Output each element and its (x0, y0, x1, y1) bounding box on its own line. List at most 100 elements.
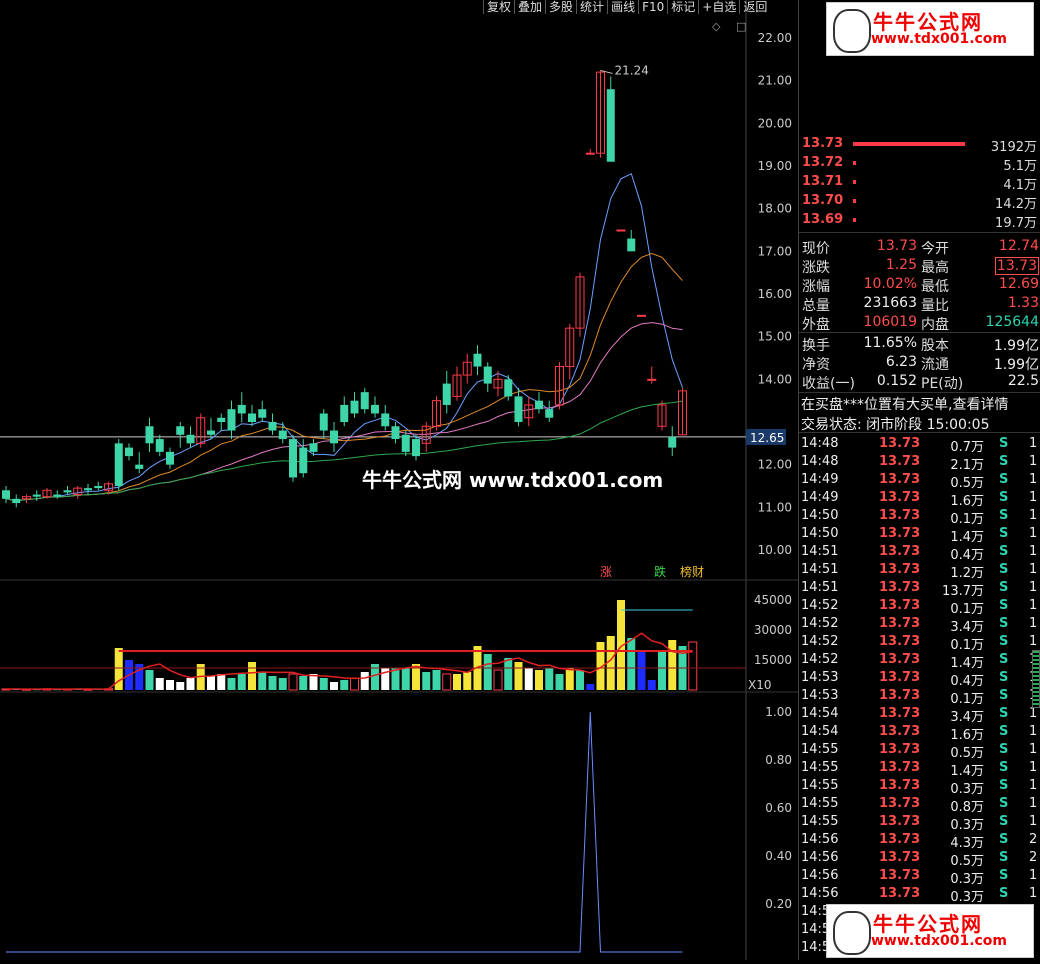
candle-body (94, 486, 103, 489)
tick-price: 13.73 (879, 508, 921, 523)
quote-label: 内盘 (921, 317, 949, 333)
tick-time: 14:56 (801, 886, 839, 901)
quote-value: 12.74 (998, 238, 1039, 254)
order-book-row[interactable]: 13.70 14.2万 (799, 191, 1040, 212)
candle-body (371, 404, 379, 414)
tick-price: 13.73 (879, 580, 921, 595)
quote-label: 今开 (921, 241, 949, 257)
tick-price: 13.73 (879, 778, 921, 793)
toolbar-button-6[interactable]: 标记 (667, 0, 698, 14)
candle-body (227, 409, 236, 431)
candle-body (330, 430, 338, 444)
tick-side: S (999, 562, 1009, 577)
tick-side: S (999, 760, 1009, 775)
tick-row: 14:55 13.73 1.4万 S 1 (799, 759, 1040, 779)
panel-divider (799, 392, 1040, 393)
candle-body (545, 409, 554, 418)
watermark-banner-bottom: 牛牛公式网 www.tdx001.com (826, 904, 1034, 958)
candle-body (647, 378, 657, 381)
price-tick-label: 12.00 (758, 458, 792, 472)
candle-body (2, 490, 10, 499)
price-tick-label: 21.00 (758, 74, 792, 88)
kline-chart-area[interactable]: 22.00 21.00 20.00 19.00 18.00 17.00 16.00 15.00… (0, 0, 798, 960)
price-tick-label: 17.00 (758, 244, 792, 258)
toolbar-button-2[interactable]: 多股 (545, 0, 576, 14)
quote-value: 13.73 (994, 257, 1039, 275)
price-tick-label: 16.00 (758, 287, 792, 301)
toolbar-button-3[interactable]: 统计 (576, 0, 607, 14)
tick-price: 13.73 (879, 616, 921, 631)
quote-panel: 13.73 3192万 13.72 5.1万 13.71 4.1万 13.70 14.2万 13… (798, 0, 1040, 960)
candle-body (84, 488, 92, 491)
volume-bar (637, 650, 646, 690)
volume-bar (288, 673, 298, 691)
tick-row: 14:51 13.73 0.4万 S 1 (799, 543, 1040, 563)
candle-body (504, 379, 513, 397)
candle-body (237, 404, 246, 414)
tick-time: 14:48 (801, 436, 839, 451)
candle-body (12, 498, 21, 504)
tick-count: 1 (1029, 706, 1038, 721)
toolbar-button-0[interactable]: 复权 (483, 0, 514, 14)
tick-time: 14:56 (801, 832, 839, 847)
volume-bar (319, 678, 328, 690)
toolbar-button-8[interactable]: 返回 (739, 0, 770, 14)
toolbar-button-5[interactable]: F10 (638, 0, 667, 14)
scrollbar-handle[interactable] (1032, 650, 1040, 708)
volume-bar (360, 672, 369, 690)
toolbar-button-7[interactable]: +自选 (698, 0, 739, 14)
tick-row: 14:54 13.73 1.6万 S 1 (799, 723, 1040, 743)
order-price: 13.69 (802, 212, 844, 227)
price-tick-label: 14.00 (758, 372, 792, 386)
quote-value: 12.69 (998, 276, 1039, 292)
order-book-row[interactable]: 13.71 4.1万 (799, 172, 1040, 193)
tick-side: S (999, 472, 1009, 487)
chart-toolbar: 复权 叠加 多股 统计 画线 F10 标记 +自选 返回 (483, 0, 770, 14)
quote-value: 1.99亿 (993, 338, 1039, 354)
candle-body (299, 447, 308, 474)
tick-row: 14:56 13.73 4.3万 S 2 (799, 831, 1040, 851)
candle-body (145, 426, 154, 444)
order-book-row[interactable]: 13.72 5.1万 (799, 153, 1040, 174)
tick-time: 14:55 (801, 778, 839, 793)
tick-side: S (999, 508, 1009, 523)
volume-bar (145, 670, 154, 690)
toolbar-button-1[interactable]: 叠加 (514, 0, 545, 14)
toolbar-button-4[interactable]: 画线 (607, 0, 638, 14)
indicator-tick-label: 0.80 (765, 753, 792, 767)
chart-svg[interactable]: 22.00 21.00 20.00 19.00 18.00 17.00 16.00 15.00… (0, 0, 798, 960)
quote-label: PE(动) (921, 376, 964, 392)
tick-price: 13.73 (879, 886, 921, 901)
tick-side: S (999, 670, 1009, 685)
tick-count: 1 (1029, 814, 1038, 829)
tick-price: 13.73 (879, 670, 921, 685)
tick-time: 14:51 (801, 544, 839, 559)
volume-unit-label: X10 (748, 678, 772, 692)
volume-bar (268, 676, 277, 690)
order-book-row[interactable]: 13.73 3192万 (799, 134, 1040, 155)
volume-bar (463, 672, 472, 690)
volume-bar (227, 678, 236, 690)
tick-row: 14:56 13.73 0.3万 S 1 (799, 885, 1040, 905)
tick-time: 14:53 (801, 670, 839, 685)
tick-time: 14:55 (801, 760, 839, 775)
tick-count: 1 (1029, 436, 1038, 451)
quote-row: 外盘 106019 内盘 125644 (799, 313, 1040, 333)
chart-watermark: 牛牛公式网 www.tdx001.com (362, 468, 663, 492)
price-tick-label: 15.00 (758, 330, 792, 344)
notice-text[interactable]: 在买盘***位置有大买单,查看详情 (801, 394, 1008, 414)
order-book-row[interactable]: 13.69 19.7万 (799, 210, 1040, 231)
indicator-line (6, 711, 683, 953)
tick-price: 13.73 (879, 454, 921, 469)
volume-tick-label: 30000 (754, 623, 792, 637)
tick-time: 14:50 (801, 508, 839, 523)
tick-side: S (999, 688, 1009, 703)
cow-logo-icon (833, 9, 871, 53)
tick-price: 13.73 (879, 634, 921, 649)
tick-count: 1 (1029, 634, 1038, 649)
tick-time: 14:55 (801, 796, 839, 811)
quote-label: 总量 (802, 298, 830, 314)
tick-count: 1 (1029, 598, 1038, 613)
candle-body (135, 464, 144, 469)
quote-label: 净资 (802, 357, 830, 373)
